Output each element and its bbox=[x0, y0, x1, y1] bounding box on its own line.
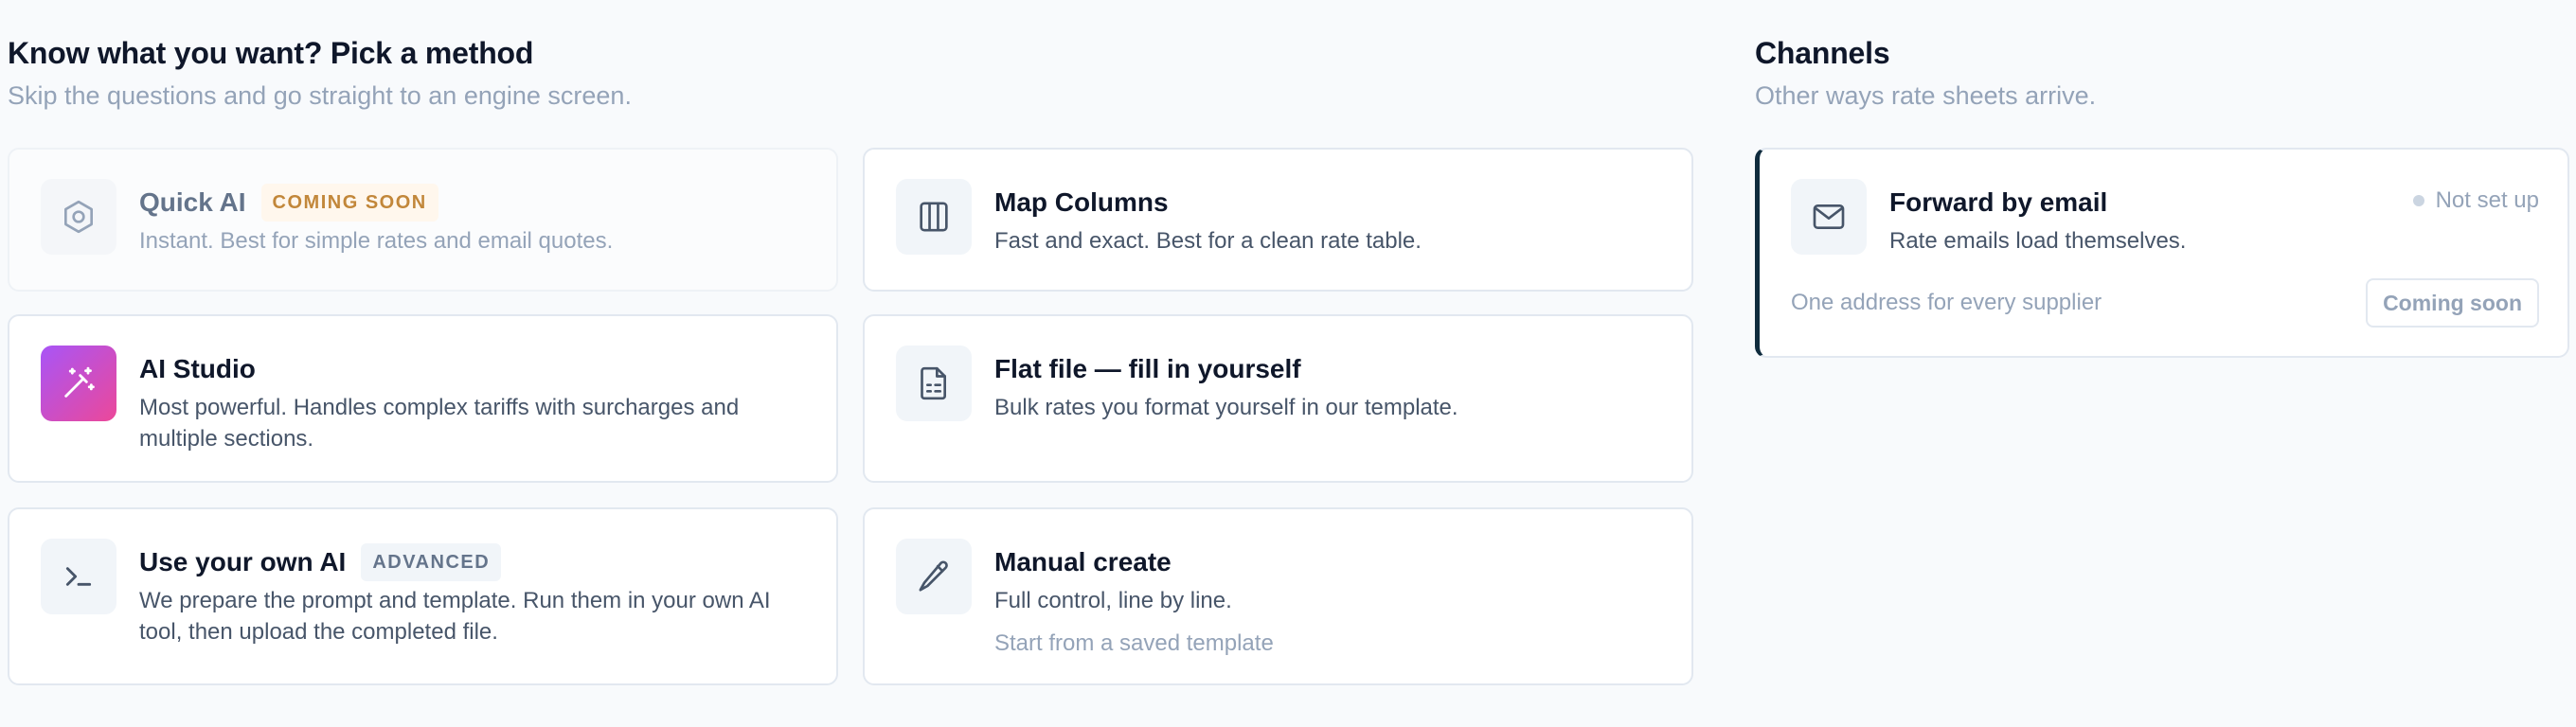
file-spreadsheet-icon bbox=[896, 346, 972, 421]
channel-description: Rate emails load themselves. bbox=[1889, 228, 2187, 254]
coming-soon-badge: COMING SOON bbox=[260, 184, 438, 222]
method-card-own-ai[interactable]: Use your own AI ADVANCED We prepare the … bbox=[8, 507, 838, 685]
method-card-manual-create[interactable]: Manual create Full control, line by line… bbox=[863, 507, 1693, 685]
method-card-ai-studio[interactable]: AI Studio Most powerful. Handles complex… bbox=[8, 314, 838, 483]
methods-heading: Know what you want? Pick a method bbox=[8, 36, 534, 70]
method-card-map-columns[interactable]: Map Columns Fast and exact. Best for a c… bbox=[863, 148, 1693, 292]
method-description: Bulk rates you format yourself in our te… bbox=[994, 395, 1458, 420]
method-description: We prepare the prompt and template. Run … bbox=[139, 588, 771, 645]
channel-footer: One address for every supplier Coming so… bbox=[1791, 278, 2539, 328]
method-title: Map Columns bbox=[994, 187, 1169, 217]
method-title: AI Studio bbox=[139, 354, 256, 383]
method-card-flat-file[interactable]: Flat file — fill in yourself Bulk rates … bbox=[863, 314, 1693, 483]
channel-footer-text: One address for every supplier bbox=[1791, 290, 2102, 315]
magic-wand-icon bbox=[41, 346, 116, 421]
methods-subheading: Skip the questions and go straight to an… bbox=[8, 81, 632, 110]
status-text: Not set up bbox=[2435, 187, 2539, 213]
method-title: Use your own AI bbox=[139, 547, 347, 576]
pencil-icon bbox=[896, 539, 972, 614]
status-badge: Not set up bbox=[2412, 186, 2539, 216]
status-dot-icon bbox=[2412, 195, 2424, 206]
method-card-quick-ai: Quick AI COMING SOON Instant. Best for s… bbox=[8, 148, 838, 292]
method-title: Manual create bbox=[994, 547, 1172, 576]
methods-grid: Quick AI COMING SOON Instant. Best for s… bbox=[8, 148, 1693, 685]
terminal-icon bbox=[41, 539, 116, 614]
method-description: Fast and exact. Best for a clean rate ta… bbox=[994, 228, 1422, 254]
channel-title: Forward by email bbox=[1889, 187, 2108, 217]
hexagon-settings-icon bbox=[41, 179, 116, 255]
method-title: Quick AI bbox=[139, 187, 246, 217]
coming-soon-button[interactable]: Coming soon bbox=[2366, 278, 2539, 328]
methods-section: Know what you want? Pick a method Skip t… bbox=[8, 32, 1693, 685]
channels-section: Channels Other ways rate sheets arrive. … bbox=[1755, 32, 2569, 358]
mail-icon bbox=[1791, 179, 1867, 255]
channels-heading: Channels bbox=[1755, 36, 1890, 70]
method-description: Most powerful. Handles complex tariffs w… bbox=[139, 395, 740, 452]
advanced-badge: ADVANCED bbox=[361, 543, 502, 581]
method-description: Instant. Best for simple rates and email… bbox=[139, 228, 614, 254]
columns-icon bbox=[896, 179, 972, 255]
method-description: Full control, line by line. bbox=[994, 588, 1232, 613]
saved-template-link[interactable]: Start from a saved template bbox=[994, 628, 1663, 659]
channel-card-email[interactable]: Forward by email Rate emails load themse… bbox=[1755, 148, 2569, 358]
channels-subheading: Other ways rate sheets arrive. bbox=[1755, 81, 2097, 110]
method-title: Flat file — fill in yourself bbox=[994, 354, 1301, 383]
